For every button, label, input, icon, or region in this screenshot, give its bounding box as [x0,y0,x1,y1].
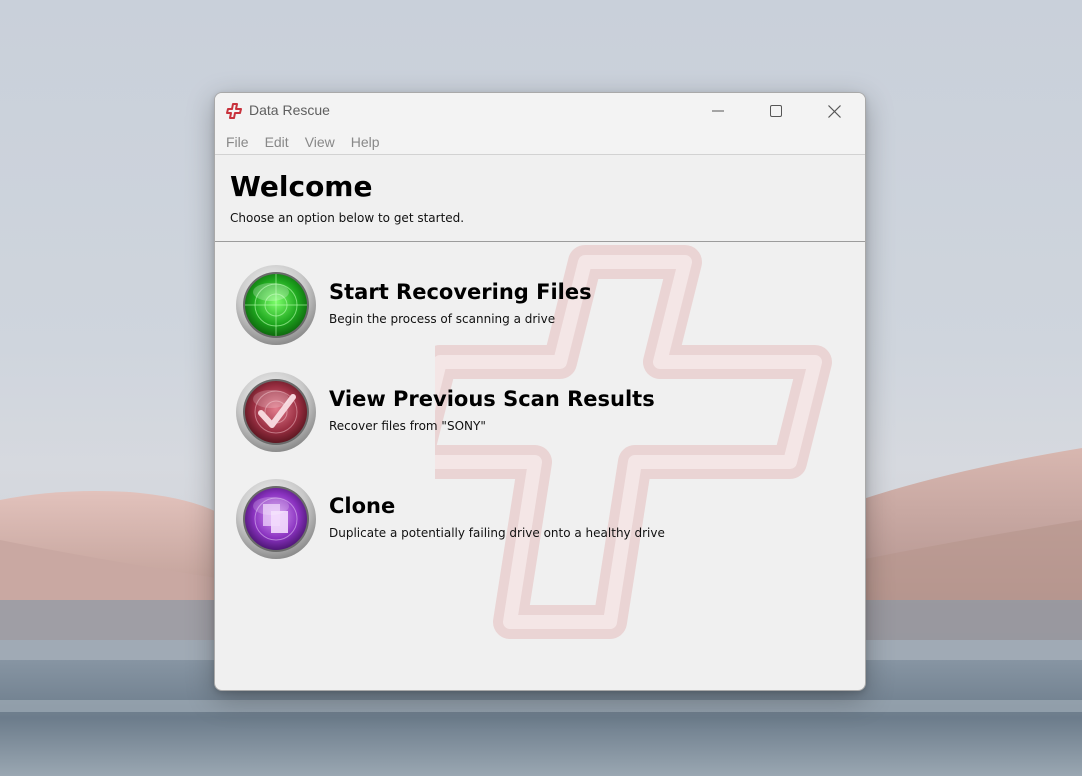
window-title: Data Rescue [249,102,330,118]
menu-help[interactable]: Help [351,134,380,150]
option-description: Duplicate a potentially failing drive on… [329,526,665,540]
menu-bar: File Edit View Help [215,129,865,155]
option-title: Clone [329,494,396,518]
data-rescue-cross-icon [226,103,242,119]
option-view-previous-results[interactable]: View Previous Scan Results Recover files… [235,371,835,457]
radar-scan-icon [236,265,316,345]
welcome-header: Welcome Choose an option below to get st… [215,155,865,242]
app-window: Data Rescue File Edit View Help Welcome … [214,92,866,691]
checkmark-radar-icon [236,372,316,452]
page-subtitle: Choose an option below to get started. [230,211,465,225]
option-description: Recover files from "SONY" [329,419,486,433]
option-title: Start Recovering Files [329,280,592,304]
minimize-icon [712,110,724,112]
title-bar[interactable]: Data Rescue [215,93,865,129]
clone-documents-icon [236,479,316,559]
option-clone[interactable]: Clone Duplicate a potentially failing dr… [235,478,835,564]
close-button[interactable] [805,93,863,129]
option-description: Begin the process of scanning a drive [329,312,556,326]
maximize-icon [770,105,782,117]
menu-view[interactable]: View [305,134,335,150]
menu-file[interactable]: File [226,134,249,150]
option-start-recovering[interactable]: Start Recovering Files Begin the process… [235,264,835,350]
option-title: View Previous Scan Results [329,387,655,411]
menu-edit[interactable]: Edit [265,134,289,150]
close-icon [827,104,841,118]
options-panel: Start Recovering Files Begin the process… [215,242,865,689]
page-title: Welcome [230,170,373,203]
minimize-button[interactable] [689,93,747,129]
maximize-button[interactable] [747,93,805,129]
